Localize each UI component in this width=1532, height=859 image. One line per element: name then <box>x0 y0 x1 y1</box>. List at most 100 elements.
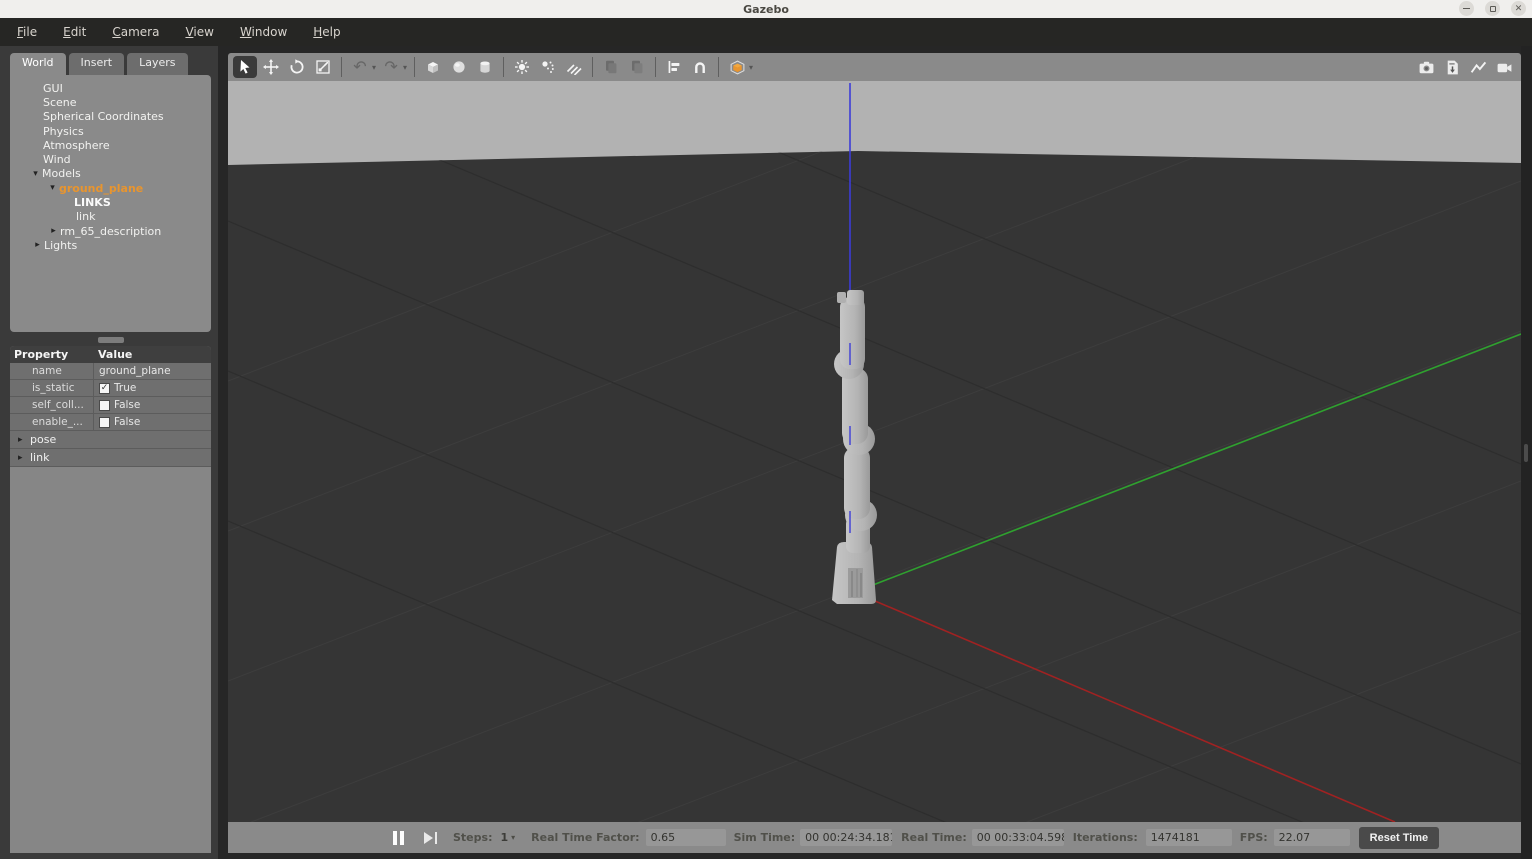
view-caret-icon[interactable]: ▾ <box>749 63 753 72</box>
menu-edit[interactable]: Edit <box>50 20 99 44</box>
checkbox-unchecked-icon[interactable] <box>99 416 110 428</box>
expander-right-icon[interactable] <box>18 435 30 445</box>
toolbar-separator <box>718 57 720 77</box>
tree-item-link[interactable]: link <box>10 210 211 224</box>
tab-world[interactable]: World <box>10 53 66 75</box>
tree-item-gui[interactable]: GUI <box>10 81 211 95</box>
property-panel: Property Value name ground_plane is_stat… <box>10 346 211 853</box>
table-row-enable-wind[interactable]: enable_... False <box>10 414 211 431</box>
insert-box-button[interactable] <box>421 56 445 78</box>
sun-icon <box>515 60 530 74</box>
select-tool-button[interactable] <box>233 56 257 78</box>
tree-item-lights[interactable]: Lights <box>10 238 211 252</box>
menu-camera[interactable]: Camera <box>99 20 172 44</box>
edge-handle-icon[interactable] <box>1524 444 1528 462</box>
view-angle-cube-icon <box>730 60 744 74</box>
expander-right-icon[interactable] <box>47 226 60 236</box>
rotate-icon <box>290 59 304 74</box>
undo-button[interactable]: ↶ <box>348 56 372 78</box>
pause-button[interactable] <box>393 830 404 845</box>
tab-layers[interactable]: Layers <box>127 53 188 75</box>
video-record-button[interactable] <box>1492 56 1516 78</box>
insert-cylinder-button[interactable] <box>473 56 497 78</box>
change-view-button[interactable] <box>725 56 749 78</box>
app-area: World Insert Layers GUI Scene Spherical … <box>0 46 1532 859</box>
fps-value: 22.07 <box>1273 829 1350 846</box>
toolbar-separator <box>414 57 416 77</box>
undo-icon: ↶ <box>353 57 367 76</box>
expander-right-icon[interactable] <box>31 240 44 250</box>
scene-3d[interactable] <box>228 81 1522 823</box>
reset-time-button[interactable]: Reset Time <box>1358 826 1440 849</box>
menu-help[interactable]: Help <box>300 20 353 44</box>
checkbox-checked-icon[interactable] <box>99 382 110 394</box>
tree-item-wind[interactable]: Wind <box>10 152 211 166</box>
tree-item-physics[interactable]: Physics <box>10 124 211 138</box>
expander-down-icon[interactable] <box>46 183 59 193</box>
align-tool-button[interactable] <box>662 56 686 78</box>
spot-light-button[interactable] <box>536 56 560 78</box>
screenshot-button[interactable] <box>1414 56 1438 78</box>
align-icon <box>668 61 680 73</box>
table-row-name[interactable]: name ground_plane <box>10 363 211 380</box>
redo-button[interactable]: ↷ <box>379 56 403 78</box>
tree-item-rm-65-description[interactable]: rm_65_description <box>10 224 211 238</box>
panel-splitter[interactable] <box>10 334 211 346</box>
steps-value[interactable]: 1 <box>500 831 508 844</box>
steps-caret-icon[interactable]: ▾ <box>511 833 515 842</box>
minimize-icon[interactable] <box>1459 1 1474 16</box>
tree-item-spherical-coordinates[interactable]: Spherical Coordinates <box>10 110 211 124</box>
paste-button[interactable] <box>625 56 649 78</box>
status-bar: Steps: 1 ▾ Real Time Factor: 0.65 Sim Ti… <box>228 822 1521 853</box>
toolbar-separator <box>592 57 594 77</box>
snap-tool-button[interactable] <box>688 56 712 78</box>
translate-tool-button[interactable] <box>259 56 283 78</box>
tree-item-scene[interactable]: Scene <box>10 95 211 109</box>
real-time-value: 00 00:33:04.598 <box>971 829 1064 846</box>
point-light-button[interactable] <box>510 56 534 78</box>
pause-icon <box>400 830 404 845</box>
world-tree: GUI Scene Spherical Coordinates Physics … <box>10 75 211 332</box>
tree-item-links[interactable]: LINKS <box>10 195 211 209</box>
plot-line-icon <box>1470 61 1486 73</box>
undo-history-caret-icon[interactable]: ▾ <box>372 63 376 72</box>
expander-right-icon[interactable] <box>18 453 30 463</box>
rtf-value: 0.65 <box>645 829 726 846</box>
column-header-property: Property <box>14 348 69 361</box>
copy-button[interactable] <box>599 56 623 78</box>
table-group-link[interactable]: link <box>10 449 211 467</box>
redo-icon: ↷ <box>384 57 398 76</box>
pause-icon <box>393 830 397 845</box>
sim-time-value: 00 00:24:34.181 <box>800 829 893 846</box>
rtf-label: Real Time Factor: <box>531 831 640 844</box>
tree-item-atmosphere[interactable]: Atmosphere <box>10 138 211 152</box>
panel-tabs: World Insert Layers <box>10 53 188 75</box>
table-group-pose[interactable]: pose <box>10 431 211 449</box>
menu-view[interactable]: View <box>172 20 226 44</box>
menu-file[interactable]: File <box>4 20 50 44</box>
plot-button[interactable] <box>1466 56 1490 78</box>
tree-item-models[interactable]: Models <box>10 167 211 181</box>
toolbar-separator <box>341 57 342 77</box>
rotate-tool-button[interactable] <box>285 56 309 78</box>
cube-icon <box>428 62 439 73</box>
viewport: ↶ ▾ ↷ ▾ ▾ Steps: 1 ▾ Real Time Factor: 0… <box>228 53 1522 853</box>
step-icon <box>424 831 433 844</box>
table-row-is-static[interactable]: is_static True <box>10 380 211 397</box>
tab-insert[interactable]: Insert <box>68 53 125 75</box>
scale-tool-button[interactable] <box>311 56 335 78</box>
checkbox-unchecked-icon[interactable] <box>99 399 110 411</box>
window-titlebar: Gazebo ✕ <box>0 0 1532 18</box>
redo-history-caret-icon[interactable]: ▾ <box>403 63 407 72</box>
menu-window[interactable]: Window <box>227 20 300 44</box>
expander-down-icon[interactable] <box>29 169 42 179</box>
table-row-self-collide[interactable]: self_coll... False <box>10 397 211 414</box>
directional-light-button[interactable] <box>562 56 586 78</box>
insert-sphere-button[interactable] <box>447 56 471 78</box>
tree-item-ground-plane[interactable]: ground_plane <box>10 181 211 195</box>
maximize-icon[interactable] <box>1485 1 1500 16</box>
close-icon[interactable]: ✕ <box>1511 1 1526 16</box>
log-record-button[interactable] <box>1440 56 1464 78</box>
step-button[interactable] <box>424 831 437 844</box>
cursor-icon <box>240 60 250 74</box>
